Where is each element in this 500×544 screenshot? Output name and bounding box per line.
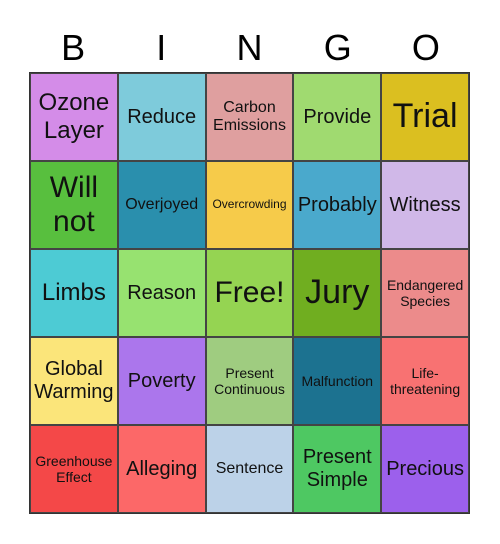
bingo-cell[interactable]: Malfunction [293,337,382,425]
bingo-cell[interactable]: Trial [381,73,469,161]
free-space-cell[interactable]: Free! [205,249,294,337]
bingo-cell[interactable]: Overjoyed [117,161,206,249]
header-letter-i: I [156,27,167,68]
bingo-cell[interactable]: Greenhouse Effect [30,425,118,513]
bingo-cell[interactable]: Reason [117,249,206,337]
bingo-cell[interactable]: Probably [293,161,382,249]
bingo-cell[interactable]: Alleging [117,425,206,513]
header-letter-n: N [236,27,263,68]
bingo-cell[interactable]: Reduce [117,73,206,161]
bingo-cell[interactable]: Overcrowding [205,161,294,249]
header-letter-g: G [323,27,352,68]
bingo-cell[interactable]: Present Simple [293,425,382,513]
bingo-cell[interactable]: Jury [293,249,382,337]
bingo-cell[interactable]: Witness [381,161,469,249]
bingo-cell[interactable]: Precious [381,425,469,513]
bingo-cell[interactable]: Limbs [30,249,118,337]
bingo-cell[interactable]: Poverty [117,337,206,425]
bingo-cell[interactable]: Provide [293,73,382,161]
bingo-cell[interactable]: Endangered Species [381,249,469,337]
bingo-cell[interactable]: Life-threatening [381,337,469,425]
bingo-cell[interactable]: Global Warming [30,337,118,425]
header-letter-o: O [411,27,440,68]
bingo-cell[interactable]: Sentence [205,425,294,513]
header-letter-b: B [61,27,86,68]
bingo-cell[interactable]: Carbon Emissions [205,73,294,161]
bingo-cell[interactable]: Ozone Layer [30,73,118,161]
bingo-cell[interactable]: Present Continuous [205,337,294,425]
bingo-header: B I N G O [29,24,470,72]
bingo-cell[interactable]: Will not [30,161,118,249]
bingo-card-grid: Ozone Layer Reduce Carbon Emissions Prov… [29,72,470,514]
